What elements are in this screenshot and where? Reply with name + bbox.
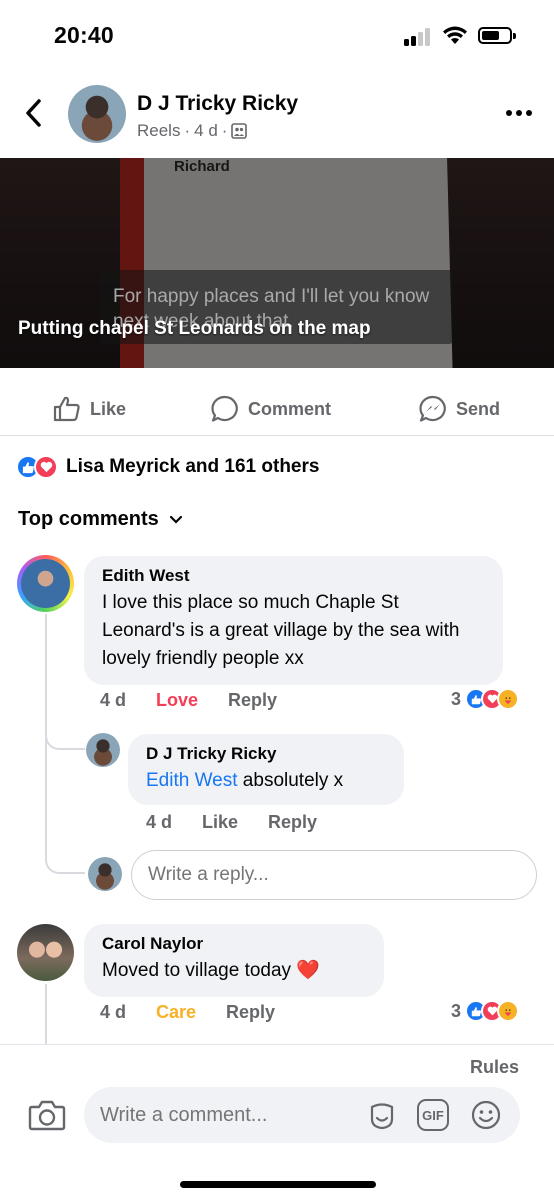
comment-reaction-count[interactable]: 3 (451, 1000, 520, 1022)
comment-reaction-count[interactable]: 3 (451, 688, 520, 710)
author-avatar[interactable] (68, 85, 126, 143)
reply-button[interactable]: Reply (268, 812, 317, 833)
post-source[interactable]: Reels (137, 121, 180, 141)
comment-sort-dropdown[interactable]: Top comments (18, 508, 183, 531)
comment-composer: Rules GIF (0, 1044, 554, 1200)
comment-time[interactable]: 4 d (146, 812, 172, 833)
comment-input-box[interactable]: GIF (84, 1087, 520, 1143)
comment-text: I love this place so much Chaple St Leon… (102, 592, 460, 669)
post-age[interactable]: 4 d (194, 121, 218, 141)
reactions-summary-text: Lisa Meyrick and 161 others (66, 456, 320, 477)
meta-separator: · (221, 121, 228, 140)
more-options-icon[interactable] (506, 110, 532, 118)
gif-button[interactable]: GIF (417, 1099, 449, 1131)
comment-meta: 4 d Like Reply (146, 812, 317, 833)
thumbs-up-icon (53, 396, 80, 422)
comment-time[interactable]: 4 d (100, 1002, 126, 1023)
thread-line (45, 984, 47, 1044)
meta-separator: · (184, 121, 191, 140)
reel-video[interactable]: Richard For happy places and I'll let yo… (0, 158, 554, 368)
messenger-icon (419, 395, 446, 422)
cellular-signal-icon (404, 28, 434, 46)
care-reaction-icon (497, 688, 520, 710)
care-reaction-icon (497, 1000, 520, 1022)
comment-label: Comment (248, 398, 332, 419)
back-chevron-icon[interactable] (22, 98, 46, 128)
author-name[interactable]: D J Tricky Ricky (137, 92, 298, 116)
reactions-summary[interactable]: Lisa Meyrick and 161 others (16, 452, 319, 482)
post-header: D J Tricky Ricky Reels · 4 d · (0, 80, 554, 152)
comment-text: Moved to village today ❤️ (102, 960, 320, 981)
home-indicator (180, 1181, 376, 1188)
wifi-icon (443, 26, 467, 44)
like-label: Like (90, 398, 127, 419)
status-time: 20:40 (54, 22, 114, 48)
send-button[interactable]: Send (418, 394, 500, 424)
post-actions: Like Comment Send (0, 386, 554, 436)
avatar[interactable] (88, 857, 122, 891)
thread-connector (45, 720, 85, 750)
avatar-sticker-icon[interactable] (366, 1099, 398, 1131)
avatar[interactable] (86, 733, 120, 767)
comment-author[interactable]: Edith West (102, 566, 485, 586)
comment-body: absolutely x (237, 770, 344, 791)
reply-input[interactable] (131, 850, 537, 900)
send-label: Send (456, 398, 501, 419)
thread-line (45, 750, 47, 845)
comment-meta: 4 d Care Reply (100, 1002, 275, 1023)
reply-button[interactable]: Reply (228, 690, 277, 711)
love-reaction-button[interactable]: Love (156, 690, 198, 711)
avatar[interactable] (17, 924, 74, 981)
comment-time[interactable]: 4 d (100, 690, 126, 711)
camera-icon[interactable] (28, 1098, 66, 1132)
comment-author[interactable]: Carol Naylor (102, 934, 366, 954)
comment-button[interactable]: Comment (210, 394, 331, 424)
emoji-icon[interactable] (470, 1099, 502, 1131)
like-reaction-button[interactable]: Like (202, 812, 238, 833)
mention-link[interactable]: Edith West (146, 770, 238, 791)
reel-title: Putting chapel St Leonards on the map (18, 318, 371, 339)
comment-author[interactable]: D J Tricky Ricky (146, 744, 386, 764)
reaction-count-number: 3 (451, 1000, 462, 1021)
battery-icon (478, 27, 516, 44)
comment-meta: 4 d Love Reply (100, 690, 277, 711)
comment-bubble: D J Tricky Ricky Edith West absolutely x (128, 734, 404, 805)
comment-input[interactable] (100, 1087, 360, 1143)
post-meta: Reels · 4 d · (137, 121, 248, 141)
comment-bubble: Carol Naylor Moved to village today ❤️ (84, 924, 384, 997)
chevron-down-icon (169, 515, 182, 524)
audience-icon (231, 123, 248, 139)
thread-connector (45, 844, 85, 874)
comment-bubble: Edith West I love this place so much Cha… (84, 556, 503, 685)
avatar[interactable] (17, 555, 74, 612)
status-bar: 20:40 (0, 0, 554, 72)
reaction-count-number: 3 (451, 688, 462, 709)
love-reaction-icon (34, 455, 58, 479)
like-button[interactable]: Like (52, 394, 126, 424)
reply-button[interactable]: Reply (226, 1002, 275, 1023)
comment-bubble-icon (211, 395, 238, 422)
care-reaction-button[interactable]: Care (156, 1002, 196, 1023)
comment-sort-label: Top comments (18, 508, 159, 530)
comment-text: Edith West absolutely x (146, 767, 386, 795)
rules-link[interactable]: Rules (470, 1057, 519, 1078)
